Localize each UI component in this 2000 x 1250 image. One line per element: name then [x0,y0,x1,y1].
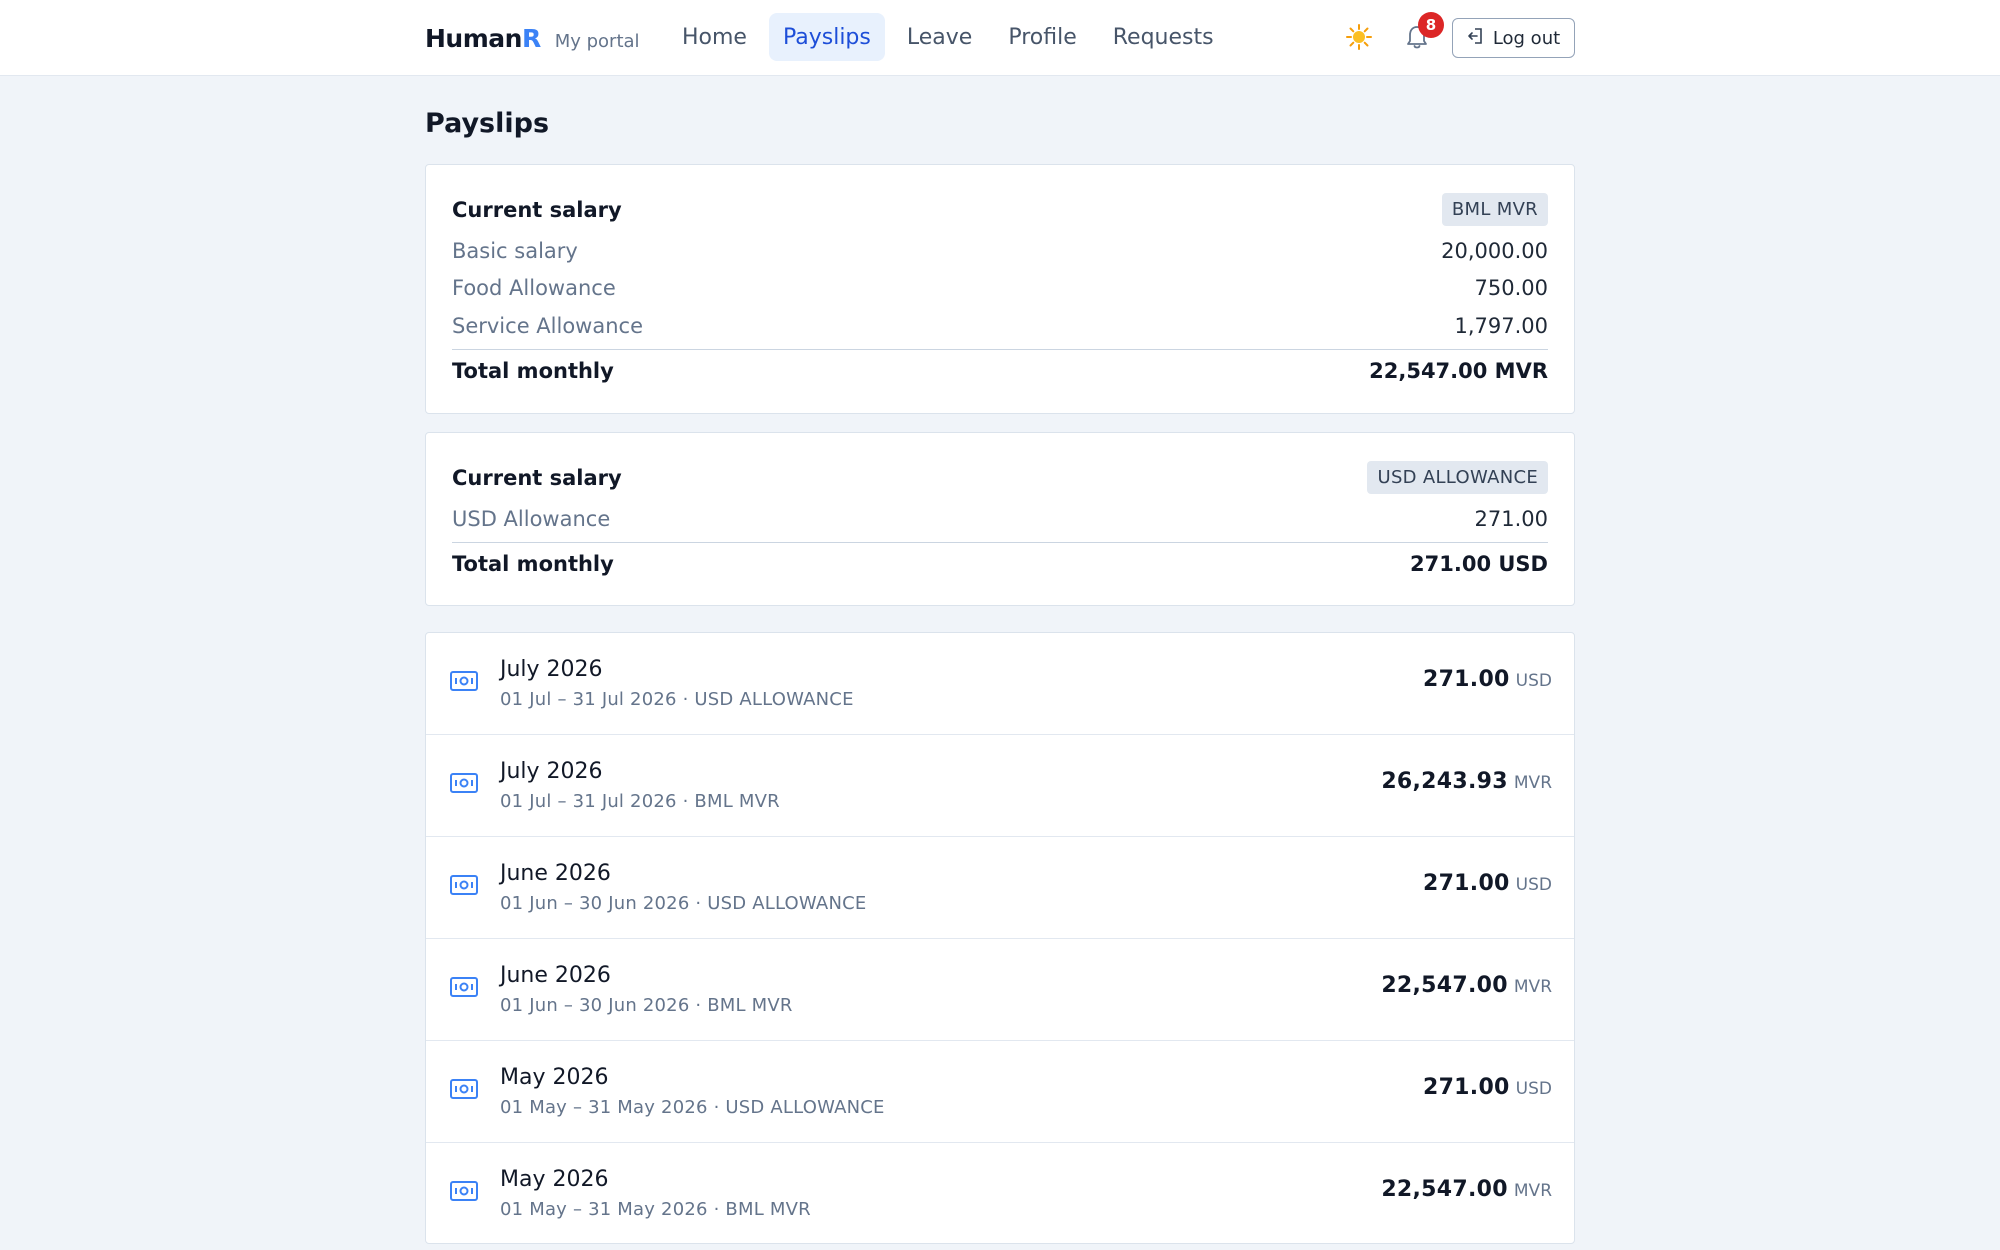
payslip-row[interactable]: June 2026 01 Jun – 30 Jun 2026 · USD ALL… [426,837,1574,939]
payslip-row[interactable]: May 2026 01 May – 31 May 2026 · BML MVR … [426,1143,1574,1245]
payslip-row[interactable]: June 2026 01 Jun – 30 Jun 2026 · BML MVR… [426,939,1574,1041]
divider [452,542,1548,543]
payslip-period: 01 Jul – 31 Jul 2026 · USD ALLOWANCE [500,689,854,710]
payslip-period: 01 Jun – 30 Jun 2026 · BML MVR [500,995,793,1016]
salary-line: Food Allowance 750.00 [452,276,1548,300]
divider [452,349,1548,350]
banknote-icon [450,977,478,997]
payslip-period: 01 Jul – 31 Jul 2026 · BML MVR [500,791,780,812]
logout-button[interactable]: Log out [1452,18,1575,58]
payslip-period: 01 May – 31 May 2026 · BML MVR [500,1199,811,1220]
sun-icon[interactable] [1342,20,1376,54]
page-title: Payslips [425,108,550,139]
salary-tag: USD ALLOWANCE [1367,461,1548,494]
payslip-row[interactable]: July 2026 01 Jul – 31 Jul 2026 · USD ALL… [426,633,1574,735]
notification-badge: 8 [1418,12,1444,38]
payslip-period: 01 Jun – 30 Jun 2026 · USD ALLOWANCE [500,893,867,914]
banknote-icon [450,1079,478,1099]
salary-card-usd: Current salary USD ALLOWANCE USD Allowan… [425,432,1575,606]
payslip-title: July 2026 [500,759,603,784]
main-nav: Home Payslips Leave Profile Requests [668,13,1228,61]
salary-total: Total monthly 271.00 USD [452,552,1548,576]
banknote-icon [450,1181,478,1201]
banknote-icon [450,773,478,793]
banknote-icon [450,671,478,691]
card-title: Current salary [452,465,622,490]
payslip-title: June 2026 [500,963,611,988]
logout-label: Log out [1492,27,1561,49]
salary-total: Total monthly 22,547.00 MVR [452,359,1548,383]
nav-profile[interactable]: Profile [994,13,1090,61]
salary-tag: BML MVR [1441,193,1548,226]
brand-logo: HumanR [425,24,541,53]
payslip-amount: 271.00 USD [1422,871,1552,896]
top-bar: HumanR My portal Home Payslips Leave Pro… [0,0,2000,76]
nav-leave[interactable]: Leave [893,13,986,61]
payslip-list: July 2026 01 Jul – 31 Jul 2026 · USD ALL… [425,632,1575,1244]
payslip-amount: 22,547.00 MVR [1381,1177,1552,1202]
nav-home[interactable]: Home [668,13,761,61]
payslip-title: May 2026 [500,1065,609,1090]
payslip-amount: 22,547.00 MVR [1381,973,1552,998]
payslip-period: 01 May – 31 May 2026 · USD ALLOWANCE [500,1097,885,1118]
payslip-amount: 271.00 USD [1422,667,1552,692]
payslip-row[interactable]: May 2026 01 May – 31 May 2026 · USD ALLO… [426,1041,1574,1143]
payslip-title: May 2026 [500,1167,609,1192]
logout-icon [1467,27,1485,50]
salary-card-mvr: Current salary BML MVR Basic salary 20,0… [425,164,1575,414]
brand-subtitle: My portal [554,31,640,52]
payslip-amount: 26,243.93 MVR [1381,769,1552,794]
salary-line: Basic salary 20,000.00 [452,239,1548,263]
payslip-title: June 2026 [500,861,611,886]
payslip-title: July 2026 [500,657,603,682]
banknote-icon [450,875,478,895]
salary-line: USD Allowance 271.00 [452,507,1548,531]
nav-payslips[interactable]: Payslips [768,13,885,61]
nav-requests[interactable]: Requests [1099,13,1228,61]
payslip-row[interactable]: July 2026 01 Jul – 31 Jul 2026 · BML MVR… [426,735,1574,837]
brand[interactable]: HumanR My portal [425,24,640,53]
salary-line: Service Allowance 1,797.00 [452,314,1548,338]
card-title: Current salary [452,197,622,222]
payslip-amount: 271.00 USD [1422,1075,1552,1100]
